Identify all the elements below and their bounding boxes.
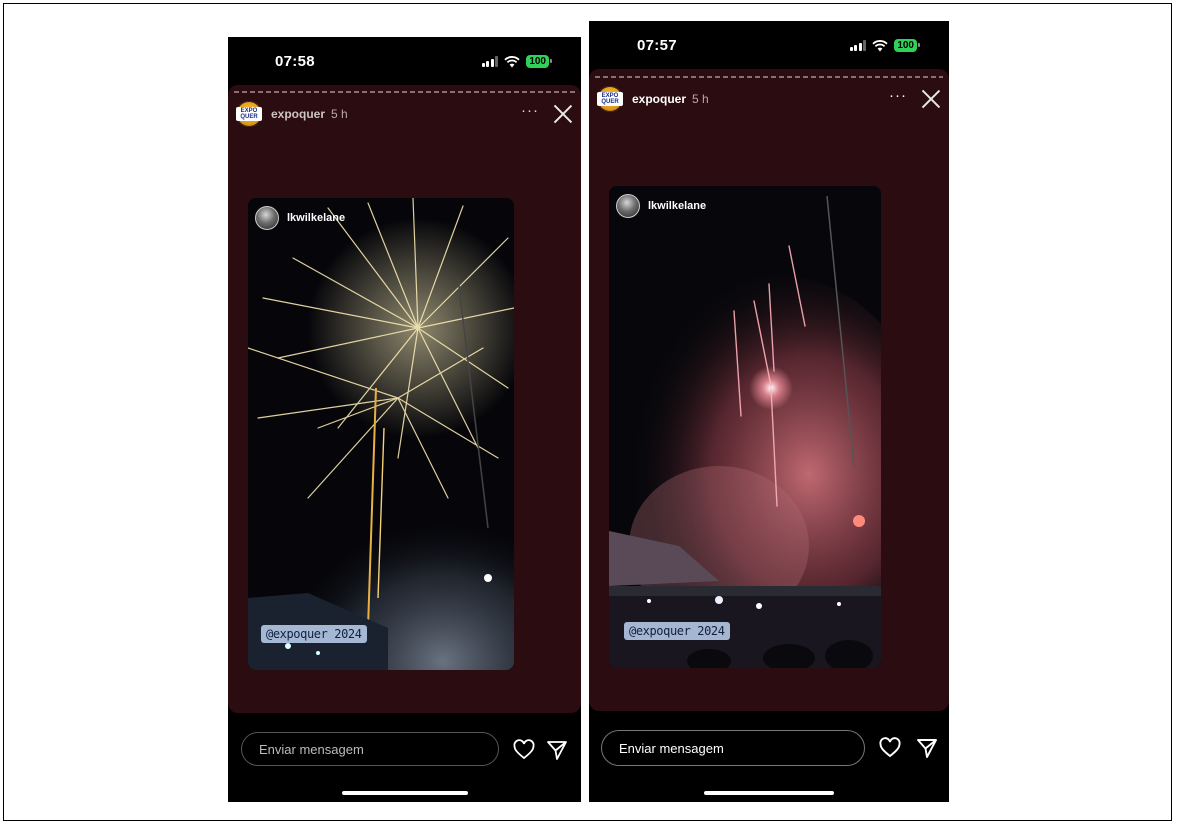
status-icons: 100 [481,55,552,68]
fireworks-image [248,198,514,670]
wifi-icon [504,55,520,67]
status-time: 07:58 [275,53,315,70]
status-bar: 07:57 100 [589,21,949,71]
screenshot-frame [3,3,1172,821]
story-header: EXPO QUER expoquer 5 h ··· [236,99,573,129]
story-content-area[interactable]: EXPO QUER expoquer 5 h ··· lkwilkelane @… [589,69,949,711]
story-header: EXPO QUER expoquer 5 h ··· [597,84,941,114]
mention-sticker[interactable]: @expoquer 2024 [624,622,730,640]
status-time: 07:57 [637,37,677,54]
story-screen-right: 07:57 100 EXPO QUER expoquer 5 h ··· lkw… [589,21,949,802]
embedded-author-username: lkwilkelane [287,212,346,224]
account-avatar[interactable]: EXPO QUER [236,101,262,127]
embedded-story-author: lkwilkelane [255,206,345,230]
close-icon[interactable] [553,104,573,124]
more-options-button[interactable]: ··· [889,88,907,107]
heart-icon[interactable] [512,738,536,762]
reshared-story-media[interactable]: lkwilkelane @expoquer 2024 [248,198,514,670]
story-content-area[interactable]: EXPO QUER expoquer 5 h ··· lkwilkelane @… [228,85,581,713]
embedded-author-avatar [616,194,640,218]
reshared-story-media[interactable]: lkwilkelane @expoquer 2024 [609,186,881,668]
cellular-signal-icon [481,56,499,67]
close-icon[interactable] [921,89,941,109]
status-icons: 100 [849,39,920,52]
story-age: 5 h [331,107,348,121]
embedded-author-avatar [255,206,279,230]
message-input[interactable]: Enviar mensagem [241,732,499,766]
send-icon[interactable] [545,738,569,762]
battery-indicator: 100 [526,55,552,68]
send-icon[interactable] [915,736,939,760]
wifi-icon [872,39,888,51]
more-options-button[interactable]: ··· [521,103,539,122]
home-indicator [704,791,834,795]
account-username[interactable]: expoquer [632,92,686,106]
story-screen-left: 07:58 100 EXPO QUER expoquer 5 h ··· lkw… [228,37,581,802]
status-bar: 07:58 100 [228,37,581,87]
reply-bar: Enviar mensagem [589,711,949,801]
embedded-story-author: lkwilkelane [616,194,706,218]
message-input[interactable]: Enviar mensagem [601,730,865,766]
battery-indicator: 100 [894,39,920,52]
story-progress-bar [595,76,943,78]
account-avatar[interactable]: EXPO QUER [597,86,623,112]
account-username[interactable]: expoquer [271,107,325,121]
fireworks-image [609,186,881,668]
embedded-author-username: lkwilkelane [648,200,707,212]
mention-sticker[interactable]: @expoquer 2024 [261,625,367,643]
heart-icon[interactable] [878,736,902,760]
home-indicator [342,791,468,795]
story-age: 5 h [692,92,709,106]
story-progress-bar [234,91,575,93]
reply-bar: Enviar mensagem [228,717,581,802]
cellular-signal-icon [849,40,867,51]
